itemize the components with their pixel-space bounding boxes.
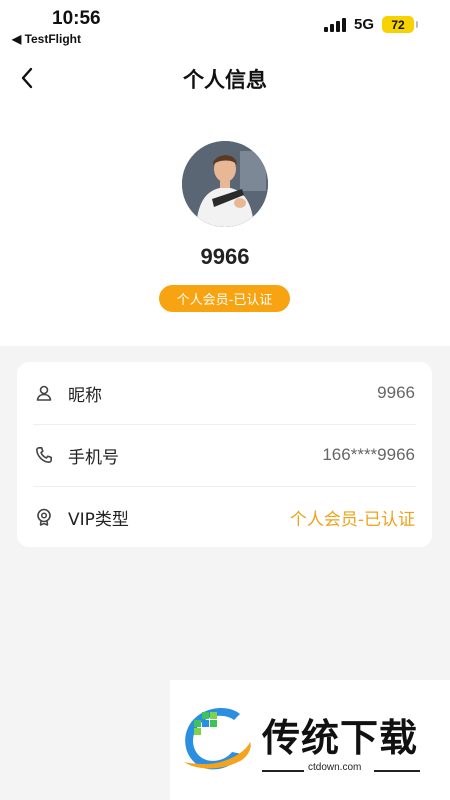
nickname-label: 昵称 xyxy=(68,385,102,406)
phone-label: 手机号 xyxy=(68,447,119,468)
person-icon xyxy=(36,385,52,401)
vip-type-label: VIP类型 xyxy=(68,509,129,530)
user-avatar-photo xyxy=(182,141,268,227)
watermark-url: ctdown.com xyxy=(308,762,362,773)
info-row-nickname[interactable]: 昵称 9966 xyxy=(17,362,432,424)
username: 9966 xyxy=(200,244,250,269)
medal-icon xyxy=(37,508,51,526)
back-to-app-link[interactable]: ◀ TestFlight xyxy=(12,32,81,46)
battery-icon: 72 xyxy=(382,16,418,33)
page-title: 个人信息 xyxy=(183,68,267,92)
status-indicators: 5G 72 xyxy=(323,16,418,33)
member-status-badge: 个人会员-已认证 xyxy=(159,285,290,312)
info-row-phone[interactable]: 手机号 166****9966 xyxy=(17,424,432,486)
divider xyxy=(374,770,420,772)
site-logo-icon xyxy=(184,708,251,770)
vip-type-value: 个人会员-已认证 xyxy=(289,509,415,530)
divider xyxy=(262,770,304,772)
signal-icon xyxy=(323,17,346,32)
watermark-brand: 传统下载 xyxy=(262,716,419,760)
info-card: 昵称 9966 手机号 166****9966 VIP类型 个人会员-已认证 xyxy=(17,362,432,547)
info-row-vip-type[interactable]: VIP类型 个人会员-已认证 xyxy=(17,486,432,548)
network-label: 5G xyxy=(353,16,374,33)
status-time: 10:56 xyxy=(52,8,101,29)
site-watermark: 传统下载 ctdown.com xyxy=(170,680,450,800)
nickname-value: 9966 xyxy=(377,383,415,402)
avatar[interactable] xyxy=(182,141,268,227)
phone-value: 166****9966 xyxy=(322,445,415,464)
phone-icon xyxy=(36,447,52,463)
